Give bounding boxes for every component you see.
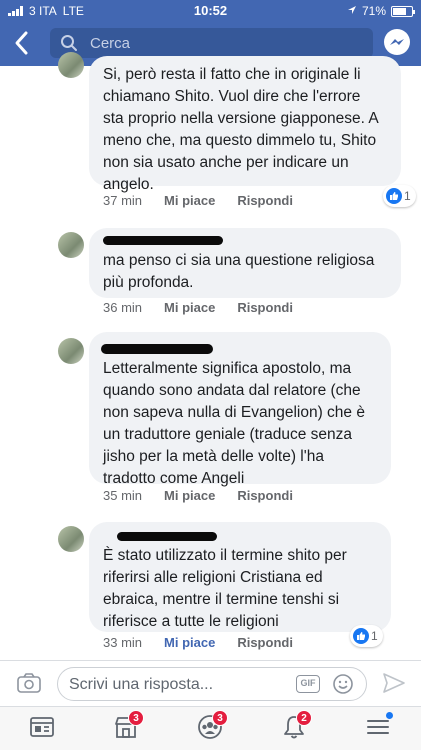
- avatar[interactable]: [58, 526, 84, 552]
- messenger-button[interactable]: [384, 29, 410, 55]
- comment-bubble[interactable]: Si, però resta il fatto che in originale…: [89, 56, 401, 193]
- comment-bubble[interactable]: ma penso ci sia una questione religiosa …: [89, 228, 401, 298]
- comment-actions: 36 min Mi piace Rispondi: [103, 300, 293, 315]
- tab-menu[interactable]: [364, 712, 394, 743]
- reply-button[interactable]: Rispondi: [237, 193, 293, 208]
- like-button[interactable]: Mi piace: [164, 635, 215, 650]
- camera-button[interactable]: [16, 671, 42, 700]
- reaction-summary[interactable]: 1: [383, 185, 416, 207]
- avatar[interactable]: [58, 52, 84, 78]
- reply-bar: Scrivi una risposta... GIF: [0, 660, 421, 706]
- bottom-tab-bar: 3 3 2: [0, 706, 421, 750]
- comment: Si, però resta il fatto che in originale…: [0, 52, 421, 216]
- reply-button[interactable]: Rispondi: [237, 635, 293, 650]
- tab-groups[interactable]: 3: [196, 710, 228, 743]
- comment-time: 33 min: [103, 635, 143, 650]
- tab-news-feed[interactable]: [28, 713, 58, 743]
- redacted-name: [103, 236, 223, 245]
- back-button[interactable]: [12, 28, 38, 58]
- comment-actions: 37 min Mi piace Rispondi: [103, 193, 293, 208]
- redacted-name: [117, 532, 217, 541]
- reply-button[interactable]: Rispondi: [237, 300, 293, 315]
- comment-time: 37 min: [103, 193, 143, 208]
- comment-bubble[interactable]: È stato utilizzato il termine shito per …: [89, 522, 391, 632]
- send-icon: [383, 673, 405, 693]
- comment-time: 35 min: [103, 488, 143, 503]
- comment: ma penso ci sia una questione religiosa …: [0, 226, 421, 322]
- emoji-button[interactable]: [332, 673, 354, 700]
- comment-text: Si, però resta il fatto che in originale…: [103, 66, 379, 193]
- comment-actions: 35 min Mi piace Rispondi: [103, 488, 293, 503]
- comment: Letteralmente significa apostolo, ma qua…: [0, 330, 421, 510]
- battery-percent: 71%: [361, 4, 386, 18]
- comment: È stato utilizzato il termine shito per …: [0, 518, 421, 658]
- notification-badge: 2: [296, 710, 312, 726]
- comment-text: È stato utilizzato il termine shito per …: [103, 547, 347, 630]
- messenger-icon: [390, 39, 404, 45]
- reply-button[interactable]: Rispondi: [237, 488, 293, 503]
- search-placeholder: Cerca: [90, 35, 131, 52]
- comment-text: ma penso ci sia una questione religiosa …: [103, 252, 375, 291]
- new-indicator-dot: [386, 712, 393, 719]
- tab-notifications[interactable]: 2: [280, 710, 312, 743]
- comment-time: 36 min: [103, 300, 143, 315]
- avatar[interactable]: [58, 232, 84, 258]
- comment-bubble[interactable]: Letteralmente significa apostolo, ma qua…: [89, 332, 391, 487]
- battery-icon: [391, 5, 415, 17]
- redacted-name: [101, 344, 213, 354]
- camera-icon: [17, 673, 41, 693]
- comment-actions: 33 min Mi piace Rispondi: [103, 635, 293, 650]
- reply-input[interactable]: Scrivi una risposta... GIF: [57, 667, 367, 701]
- send-button[interactable]: [381, 671, 407, 700]
- gif-button[interactable]: GIF: [296, 675, 320, 693]
- reply-placeholder: Scrivi una risposta...: [69, 676, 214, 693]
- thumbs-up-icon: [353, 628, 369, 644]
- smiley-icon: [333, 674, 353, 694]
- comment-text: Letteralmente significa apostolo, ma qua…: [103, 360, 365, 487]
- chevron-left-icon: [15, 31, 28, 55]
- tab-marketplace[interactable]: 3: [112, 710, 144, 743]
- thumbs-up-icon: [386, 188, 402, 204]
- status-bar: 3 ITA LTE 10:52 71%: [0, 0, 421, 22]
- like-button[interactable]: Mi piace: [164, 300, 215, 315]
- notification-badge: 3: [128, 710, 144, 726]
- reaction-summary[interactable]: 1: [350, 625, 383, 647]
- news-feed-icon: [30, 717, 54, 737]
- reaction-count: 1: [404, 189, 411, 203]
- avatar[interactable]: [58, 338, 84, 364]
- reaction-count: 1: [371, 629, 378, 643]
- like-button[interactable]: Mi piace: [164, 488, 215, 503]
- search-input[interactable]: Cerca: [50, 28, 373, 58]
- location-arrow-icon: [347, 4, 357, 18]
- like-button[interactable]: Mi piace: [164, 193, 215, 208]
- notification-badge: 3: [212, 710, 228, 726]
